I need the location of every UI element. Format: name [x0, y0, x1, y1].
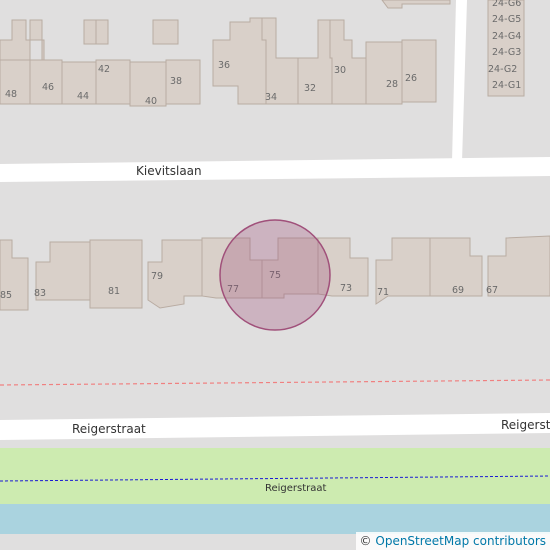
house-number: 38: [170, 76, 182, 87]
path-label-reigerstraat: Reigerstraat: [265, 483, 327, 494]
building: [401, 39, 437, 103]
copyright-symbol: ©: [359, 534, 372, 548]
building: [365, 41, 403, 105]
house-number: 46: [42, 82, 54, 93]
building: [83, 19, 97, 45]
house-number: 28: [386, 79, 398, 90]
house-number: 24-G4: [492, 31, 521, 42]
attribution-link[interactable]: OpenStreetMap contributors: [375, 534, 546, 548]
house-number: 81: [108, 286, 120, 297]
house-number: 83: [34, 288, 46, 299]
map-canvas: 48 46 44 42 40 38 36 34 32 30 28 26 24-G…: [0, 0, 550, 550]
house-number: 67: [486, 285, 498, 296]
water-canal: [0, 504, 550, 534]
grass-strip: [0, 448, 550, 504]
street-label-reigerstraat: Reigerstraat: [72, 422, 146, 436]
house-number: 26: [405, 73, 417, 84]
house-number: 24-G2: [488, 64, 517, 75]
house-number: 24-G3: [492, 47, 521, 58]
location-marker[interactable]: [219, 219, 331, 331]
house-number: 73: [340, 283, 352, 294]
house-number: 34: [265, 92, 277, 103]
house-number: 24-G6: [492, 0, 521, 9]
house-number: 79: [151, 271, 163, 282]
street-label-reigerstraat-east: Reigerstraat: [501, 418, 550, 432]
house-number: 30: [334, 65, 346, 76]
house-number: 69: [452, 285, 464, 296]
house-number: 40: [145, 96, 157, 107]
house-number: 36: [218, 60, 230, 71]
house-number: 24-G1: [492, 80, 521, 91]
house-number: 71: [377, 287, 389, 298]
building: [95, 19, 109, 45]
house-number: 24-G5: [492, 14, 521, 25]
house-number: 42: [98, 64, 110, 75]
building: [89, 239, 143, 309]
street-label-kievitslaan: Kievitslaan: [136, 164, 202, 178]
house-number: 32: [304, 83, 316, 94]
map-view[interactable]: 48 46 44 42 40 38 36 34 32 30 28 26 24-G…: [0, 0, 550, 550]
house-number: 85: [0, 290, 12, 301]
building: [152, 19, 179, 45]
map-attribution: © OpenStreetMap contributors: [355, 532, 550, 550]
house-number: 44: [77, 91, 89, 102]
house-number: 48: [5, 89, 17, 100]
